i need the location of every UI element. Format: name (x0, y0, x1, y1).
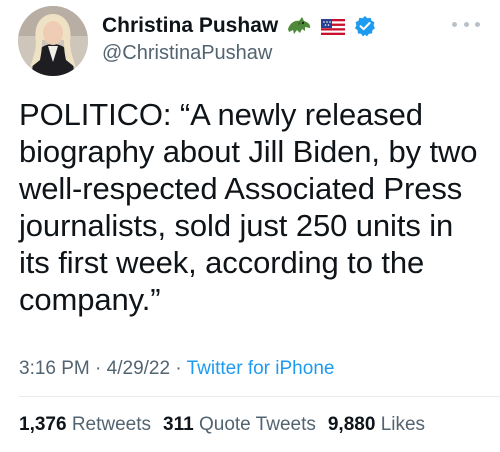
display-name[interactable]: Christina Pushaw (102, 14, 278, 38)
tweet-meta: 3:16 PM · 4/29/22 · Twitter for iPhone (19, 358, 334, 380)
user-names: Christina Pushaw @ChristinaPushaw (102, 12, 376, 65)
tweet-date[interactable]: 4/29/22 (107, 358, 170, 379)
tweet-source-link[interactable]: Twitter for iPhone (187, 358, 335, 379)
name-row: Christina Pushaw (102, 12, 376, 40)
likes-stat[interactable]: 9,880 Likes (328, 414, 425, 436)
meta-separator: · (170, 358, 187, 379)
retweets-count: 1,376 (19, 414, 67, 435)
avatar[interactable] (18, 6, 88, 76)
tweet-time[interactable]: 3:16 PM (19, 358, 90, 379)
likes-label: Likes (380, 414, 426, 435)
retweets-stat[interactable]: 1,376 Retweets (19, 414, 151, 436)
verified-badge-icon (354, 15, 376, 37)
alligator-emoji-icon (286, 15, 312, 37)
quote-tweets-label: Quote Tweets (198, 414, 316, 435)
quote-tweets-stat[interactable]: 311 Quote Tweets (163, 414, 316, 436)
meta-separator: · (89, 358, 107, 379)
divider (19, 396, 500, 397)
retweets-label: Retweets (71, 414, 152, 435)
us-flag-icon (320, 15, 346, 37)
tweet: Christina Pushaw @ChristinaPushaw POLITI… (0, 0, 500, 452)
more-options-icon[interactable] (452, 16, 480, 32)
dot (463, 21, 469, 27)
dot (475, 21, 480, 27)
tweet-stats: 1,376 Retweets 311 Quote Tweets 9,880 Li… (19, 414, 437, 436)
tweet-text: POLITICO: “A newly released biography ab… (19, 97, 478, 317)
quote-tweets-count: 311 (163, 414, 194, 435)
user-handle[interactable]: @ChristinaPushaw (102, 42, 376, 65)
likes-count: 9,880 (327, 414, 376, 435)
tweet-header: Christina Pushaw @ChristinaPushaw (18, 6, 484, 76)
dot (452, 21, 457, 27)
